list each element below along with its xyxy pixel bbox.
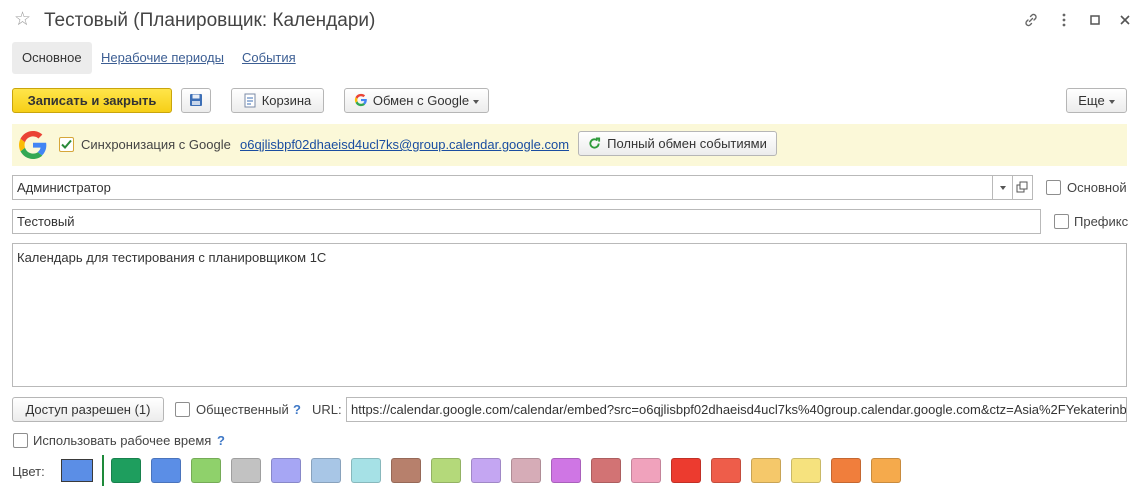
trash-doc-icon xyxy=(244,93,256,108)
public-help-icon[interactable]: ? xyxy=(293,402,301,417)
color-swatch[interactable] xyxy=(471,458,501,483)
calendar-id-link[interactable]: o6qjlisbpf02dhaeisd4ucl7ks@group.calenda… xyxy=(240,137,569,152)
color-swatch[interactable] xyxy=(391,458,421,483)
trash-label: Корзина xyxy=(261,93,312,108)
color-swatch[interactable] xyxy=(271,458,301,483)
color-swatch[interactable] xyxy=(431,458,461,483)
full-exchange-label: Полный обмен событиями xyxy=(607,136,767,151)
owner-field[interactable]: Администратор xyxy=(12,175,993,200)
url-field[interactable]: https://calendar.google.com/calendar/emb… xyxy=(346,397,1127,422)
main-checkbox[interactable] xyxy=(1046,180,1061,195)
color-swatch[interactable] xyxy=(191,458,221,483)
work-time-help-icon[interactable]: ? xyxy=(217,433,225,448)
color-swatch[interactable] xyxy=(791,458,821,483)
color-swatch[interactable] xyxy=(591,458,621,483)
chevron-down-icon xyxy=(473,99,480,104)
link-icon[interactable] xyxy=(1022,12,1040,31)
tab-main[interactable]: Основное xyxy=(12,42,92,74)
color-swatch[interactable] xyxy=(551,458,581,483)
color-swatch[interactable] xyxy=(671,458,701,483)
more-button[interactable]: Еще xyxy=(1066,88,1127,113)
more-label: Еще xyxy=(1078,93,1105,108)
color-swatch[interactable] xyxy=(751,458,781,483)
color-selection-divider xyxy=(102,455,104,486)
tab-events[interactable]: События xyxy=(238,42,300,74)
description-textarea[interactable]: Календарь для тестирования с планировщик… xyxy=(12,243,1127,387)
window-title: Тестовый (Планировщик: Календари) xyxy=(44,10,376,31)
main-label: Основной xyxy=(1067,180,1127,195)
open-window-icon xyxy=(1016,181,1028,193)
favorite-star-icon[interactable]: ☆ xyxy=(14,9,31,31)
google-sync-checkbox[interactable] xyxy=(59,137,74,152)
prefix-label: Префикс xyxy=(1074,214,1129,229)
access-button[interactable]: Доступ разрешен (1) xyxy=(12,397,164,422)
full-exchange-button[interactable]: Полный обмен событиями xyxy=(578,131,777,156)
work-time-checkbox[interactable] xyxy=(13,433,28,448)
chevron-down-icon xyxy=(1108,99,1115,104)
chevron-down-icon xyxy=(999,185,1006,190)
tab-nonworking-periods[interactable]: Нерабочие периоды xyxy=(97,42,228,74)
color-swatch[interactable] xyxy=(311,458,341,483)
close-icon[interactable] xyxy=(1116,12,1134,31)
color-swatch[interactable] xyxy=(511,458,541,483)
color-swatch[interactable] xyxy=(831,458,861,483)
prefix-checkbox[interactable] xyxy=(1054,214,1069,229)
selected-color-swatch[interactable] xyxy=(61,459,93,482)
google-sync-label: Синхронизация с Google xyxy=(81,137,231,152)
google-icon xyxy=(354,93,367,107)
refresh-icon xyxy=(589,137,601,149)
color-swatch[interactable] xyxy=(111,458,141,483)
color-swatch[interactable] xyxy=(631,458,661,483)
public-checkbox[interactable] xyxy=(175,402,190,417)
owner-open-button[interactable] xyxy=(1013,175,1033,200)
public-label: Общественный xyxy=(196,402,289,417)
owner-dropdown-button[interactable] xyxy=(993,175,1013,200)
trash-button[interactable]: Корзина xyxy=(231,88,324,113)
color-label: Цвет: xyxy=(12,464,45,479)
google-logo-icon xyxy=(17,129,49,164)
floppy-icon xyxy=(190,94,202,107)
save-button[interactable] xyxy=(181,88,211,113)
google-exchange-button[interactable]: Обмен с Google xyxy=(344,88,489,113)
color-swatch[interactable] xyxy=(151,458,181,483)
work-time-label: Использовать рабочее время xyxy=(33,433,212,448)
maximize-icon[interactable] xyxy=(1086,12,1104,31)
url-label: URL: xyxy=(312,402,342,417)
more-icon[interactable] xyxy=(1055,12,1073,31)
color-swatch[interactable] xyxy=(871,458,901,483)
color-swatch[interactable] xyxy=(231,458,261,483)
color-swatch[interactable] xyxy=(711,458,741,483)
save-and-close-button[interactable]: Записать и закрыть xyxy=(12,88,172,113)
color-swatch[interactable] xyxy=(351,458,381,483)
name-field[interactable]: Тестовый xyxy=(12,209,1041,234)
google-exchange-label: Обмен с Google xyxy=(372,93,470,108)
